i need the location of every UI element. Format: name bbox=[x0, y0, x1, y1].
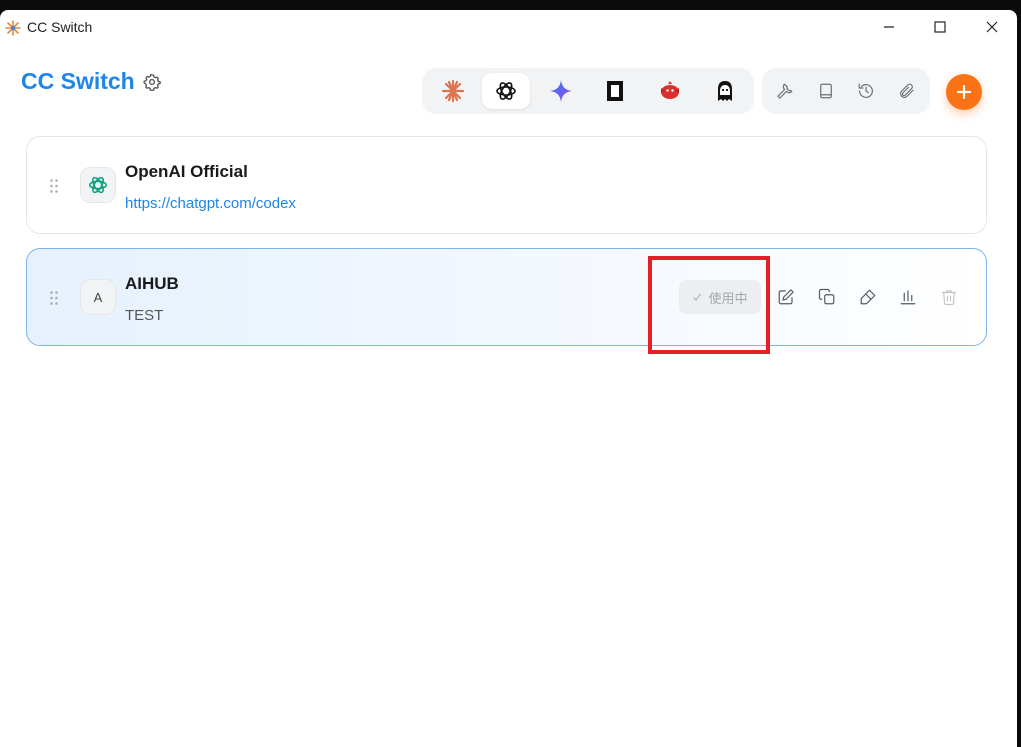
wrench-icon bbox=[777, 83, 793, 99]
claude-starburst-icon bbox=[441, 79, 465, 103]
test-icon bbox=[860, 289, 876, 305]
openai-icon bbox=[496, 82, 516, 100]
add-provider-button[interactable] bbox=[946, 74, 982, 110]
check-icon bbox=[693, 293, 702, 301]
provider-note: TEST bbox=[125, 307, 164, 324]
maximize-icon bbox=[934, 21, 946, 33]
provider-card-aihub[interactable]: A AIHUB TEST 使用中 bbox=[26, 248, 987, 346]
maximize-button[interactable] bbox=[917, 10, 963, 44]
plus-icon bbox=[956, 84, 972, 100]
chart-icon bbox=[900, 290, 916, 305]
book-icon bbox=[820, 83, 832, 99]
provider-name: OpenAI Official bbox=[125, 162, 248, 181]
app-tab-4[interactable] bbox=[591, 73, 639, 109]
app-tab-codex[interactable] bbox=[482, 73, 530, 109]
settings-button[interactable] bbox=[141, 71, 163, 93]
app-window: CC Switch CC Switch OpenAI Official http… bbox=[0, 10, 1017, 747]
title-bar: CC Switch bbox=[0, 10, 1017, 44]
provider-card-openai[interactable]: OpenAI Official https://chatgpt.com/code… bbox=[26, 136, 987, 234]
app-tab-claude[interactable] bbox=[429, 73, 477, 109]
app-tab-6[interactable] bbox=[701, 73, 749, 109]
tool-group bbox=[762, 68, 930, 114]
trash-icon bbox=[941, 290, 957, 306]
attachments-button[interactable] bbox=[894, 78, 920, 104]
test-button[interactable] bbox=[857, 286, 879, 308]
copy-icon bbox=[818, 288, 835, 305]
close-icon bbox=[986, 21, 998, 33]
delete-button[interactable] bbox=[938, 286, 960, 308]
close-window-button[interactable] bbox=[969, 10, 1015, 44]
provider-avatar: A bbox=[80, 279, 116, 315]
window-title: CC Switch bbox=[27, 19, 93, 35]
minimize-icon bbox=[884, 26, 894, 28]
provider-avatar bbox=[80, 167, 116, 203]
tools-button[interactable] bbox=[772, 78, 798, 104]
app-logo-icon bbox=[5, 20, 21, 36]
app-switcher bbox=[422, 68, 754, 114]
edit-icon bbox=[778, 289, 794, 305]
app-brand-title: CC Switch bbox=[21, 68, 135, 94]
red-bird-icon bbox=[661, 81, 679, 99]
history-button[interactable] bbox=[853, 78, 879, 104]
paperclip-icon bbox=[900, 83, 914, 98]
in-use-label: 使用中 bbox=[708, 290, 748, 306]
character-icon bbox=[718, 81, 732, 101]
black-frame-icon bbox=[607, 81, 623, 101]
app-tab-gemini[interactable] bbox=[537, 73, 585, 109]
duplicate-button[interactable] bbox=[816, 286, 838, 308]
drag-handle-icon[interactable] bbox=[49, 178, 59, 194]
provider-url-link[interactable]: https://chatgpt.com/codex bbox=[125, 195, 296, 212]
in-use-status-button[interactable]: 使用中 bbox=[679, 280, 761, 314]
edit-button[interactable] bbox=[775, 286, 797, 308]
provider-name: AIHUB bbox=[125, 274, 179, 293]
gemini-sparkle-icon bbox=[550, 80, 572, 102]
minimize-button[interactable] bbox=[866, 10, 912, 44]
openai-icon bbox=[88, 176, 108, 194]
app-tab-5[interactable] bbox=[646, 73, 694, 109]
usage-stats-button[interactable] bbox=[897, 286, 919, 308]
gear-icon bbox=[143, 73, 161, 91]
history-icon bbox=[858, 83, 873, 98]
docs-button[interactable] bbox=[813, 78, 839, 104]
drag-handle-icon[interactable] bbox=[49, 290, 59, 306]
